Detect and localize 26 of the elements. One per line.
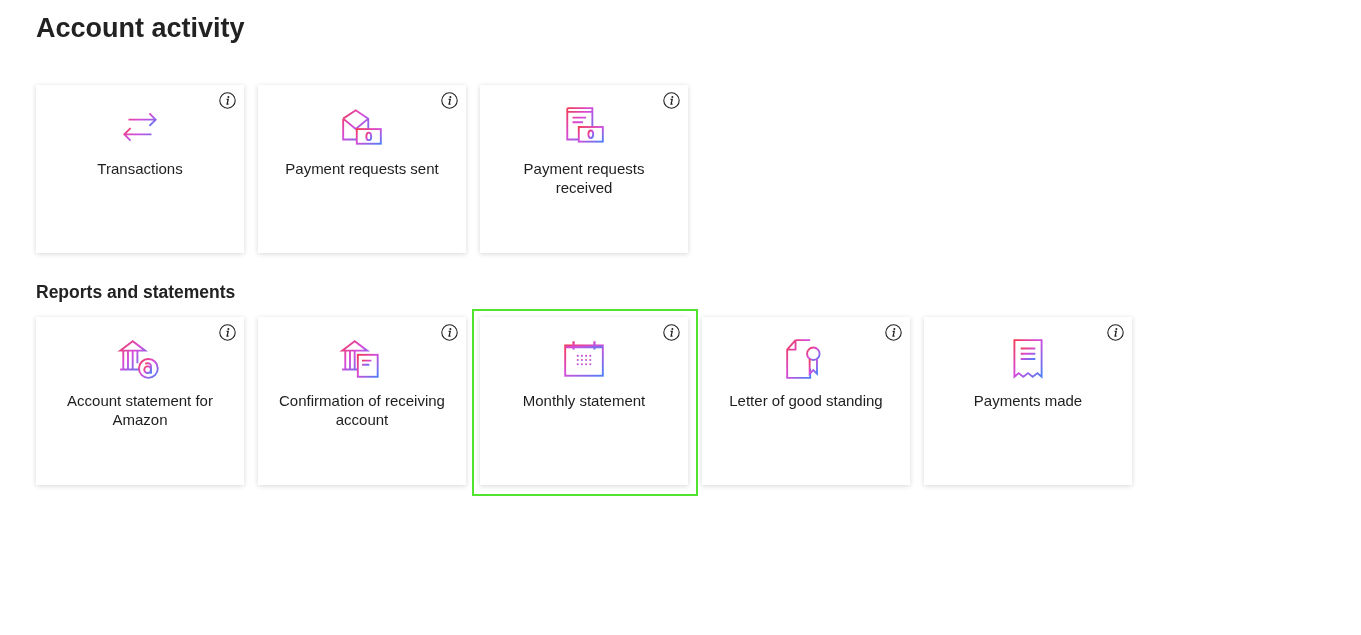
info-icon[interactable]	[1107, 324, 1124, 341]
activity-card[interactable]: Monthly statement	[480, 317, 688, 485]
card-label: Letter of good standing	[729, 391, 883, 410]
card-label: Payment requests received	[522, 159, 646, 197]
activity-card[interactable]: Letter of good standing	[702, 317, 910, 485]
activity-card[interactable]: Account statement for Amazon	[36, 317, 244, 485]
activity-card[interactable]: Payment requests received	[480, 85, 688, 253]
info-icon[interactable]	[663, 92, 680, 109]
card-label: Monthly statement	[522, 391, 646, 410]
card-label: Account statement for Amazon	[66, 391, 214, 429]
card-label: Confirmation of receiving account	[278, 391, 446, 429]
card-label: Payments made	[973, 391, 1083, 410]
activity-card[interactable]: Confirmation of receiving account	[258, 317, 466, 485]
info-icon[interactable]	[663, 324, 680, 341]
page-title: Account activity	[36, 12, 245, 44]
info-icon[interactable]	[885, 324, 902, 341]
info-icon[interactable]	[219, 92, 236, 109]
activity-card[interactable]: Payment requests sent	[258, 85, 466, 253]
info-icon[interactable]	[441, 324, 458, 341]
section-heading: Reports and statements	[36, 281, 236, 303]
info-icon[interactable]	[441, 92, 458, 109]
card-label: Transactions	[97, 159, 183, 178]
activity-card[interactable]: Transactions	[36, 85, 244, 253]
card-label: Payment requests sent	[285, 159, 439, 178]
info-icon[interactable]	[219, 324, 236, 341]
activity-card[interactable]: Payments made	[924, 317, 1132, 485]
